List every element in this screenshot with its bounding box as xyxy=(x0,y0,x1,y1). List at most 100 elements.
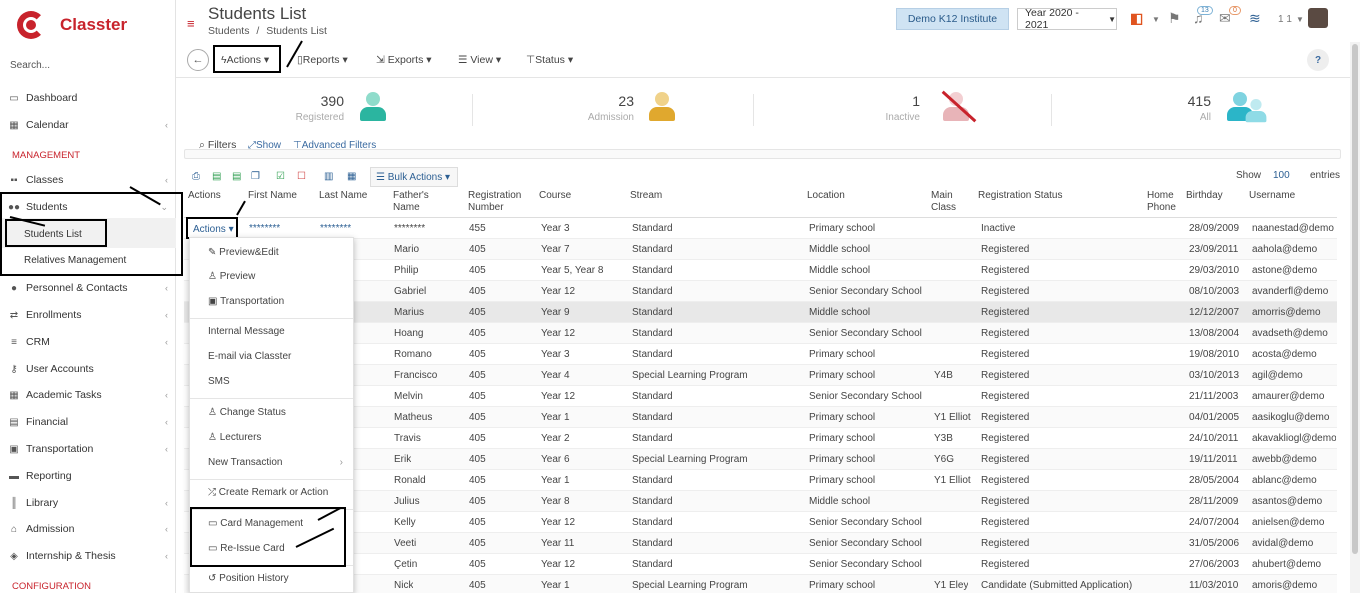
col-birthday[interactable]: Birthday xyxy=(1186,190,1223,202)
menu-item-position-history[interactable]: ↺ Position History xyxy=(208,573,289,584)
sidebar-item-personnel[interactable]: ● Personnel & Contacts ‹ xyxy=(8,279,172,297)
cell-stream: Standard xyxy=(632,223,673,234)
sidebar-item-library[interactable]: ║ Library ‹ xyxy=(8,494,172,512)
table-row[interactable]: Romano 405 Year 3 Standard Primary school Reg… xyxy=(184,344,1337,365)
table-row[interactable]: Francisco 405 Year 4 Special Learning Progr… xyxy=(184,365,1337,386)
sidebar-item-financial[interactable]: ▤ Financial ‹ xyxy=(8,413,172,431)
copy-icon[interactable]: ❐ xyxy=(251,171,260,182)
help-button[interactable]: ? xyxy=(1307,49,1329,71)
cell-location: Senior Secondary School xyxy=(809,538,922,549)
flag-icon[interactable]: ⚑ xyxy=(1168,10,1181,27)
sidebar-item-academic-tasks[interactable]: ▦ Academic Tasks ‹ xyxy=(8,386,172,404)
cell-bday: 23/09/2011 xyxy=(1189,244,1239,255)
logo[interactable]: Classter xyxy=(14,8,127,42)
sidebar-item-enrollments[interactable]: ⇄ Enrollments ‹ xyxy=(8,306,172,324)
table-row[interactable]: Marius 405 Year 9 Standard Middle school Regi… xyxy=(184,302,1337,323)
menu-item-sms[interactable]: SMS xyxy=(208,376,230,387)
col-home-phone[interactable]: Home Phone xyxy=(1147,190,1182,214)
sidebar-search-input[interactable]: Search... xyxy=(10,60,160,71)
entries-select[interactable]: 100 xyxy=(1273,170,1290,181)
col-last-name[interactable]: Last Name xyxy=(319,190,367,202)
menu-item-new-transaction[interactable]: New Transaction › xyxy=(208,457,343,468)
table-row[interactable]: r FlierGabriel405Year 12StandardSenior S… xyxy=(184,281,1337,302)
registered-person-icon xyxy=(360,92,386,122)
sidebar-item-transportation[interactable]: ▣ Transportation ‹ xyxy=(8,440,172,458)
uncheck-all-icon[interactable]: ☐ xyxy=(297,171,306,182)
sidebar-item-classes[interactable]: ▪▪ Classes ‹ xyxy=(8,171,172,189)
view-menu[interactable]: ☰ View ▾ xyxy=(458,54,501,66)
hamburger-icon[interactable]: ≡ xyxy=(187,16,195,31)
cell-stream: Standard xyxy=(632,412,673,423)
col-first-name[interactable]: First Name xyxy=(248,190,297,202)
avatar[interactable] xyxy=(1308,8,1328,28)
csv-icon[interactable]: ▤ xyxy=(232,171,241,182)
table-row[interactable]: ******** ******** ******** 455 Year 3 Standar… xyxy=(184,218,1337,239)
cell-reg: 405 xyxy=(469,349,486,360)
cell-bday: 28/05/2004 xyxy=(1189,475,1240,486)
table-row[interactable]: nHoang405Year 12StandardSenior Secondary… xyxy=(184,323,1337,344)
exports-menu[interactable]: ⇲ Exports ▾ xyxy=(376,54,432,66)
status-menu[interactable]: ⊤Status ▾ xyxy=(526,54,573,66)
col-registration-number[interactable]: Registration Number xyxy=(468,190,528,214)
col-main-class[interactable]: Main Class xyxy=(931,190,966,214)
sidebar-item-internship[interactable]: ◈ Internship & Thesis ‹ xyxy=(8,547,172,565)
menu-item-internal-message[interactable]: Internal Message xyxy=(208,326,285,337)
table-row[interactable]: oğluTravis405Year 2StandardPrimary schoo… xyxy=(184,428,1337,449)
print-icon[interactable]: ⎙ xyxy=(192,171,200,182)
menu-item-preview-edit[interactable]: ✎ Preview&Edit xyxy=(208,247,279,258)
table-row[interactable]: Kelly 405 Year 12 Standard Senior Secondary … xyxy=(184,512,1337,533)
sidebar-item-reporting[interactable]: ▬ Reporting xyxy=(8,467,172,485)
menu-item-lecturers[interactable]: ♙ Lecturers xyxy=(208,432,261,443)
cell-course: Year 12 xyxy=(541,391,576,402)
back-button[interactable]: ← xyxy=(187,49,209,71)
cell-status: Registered xyxy=(981,307,1030,318)
layout-icon[interactable]: ▦ xyxy=(347,171,356,182)
table-row[interactable]: Mario 405 Year 7 Standard Middle school Regis… xyxy=(184,239,1337,260)
table-row[interactable]: Melvin 405 Year 12 Standard Senior Secondary… xyxy=(184,386,1337,407)
sidebar-item-dashboard[interactable]: ▭ Dashboard xyxy=(8,89,172,107)
menu-separator xyxy=(190,398,353,399)
list-icon: ☰ xyxy=(376,171,385,183)
cell-reg: 405 xyxy=(469,265,486,276)
col-course[interactable]: Course xyxy=(539,190,571,202)
excel-icon[interactable]: ▤ xyxy=(212,171,221,182)
table-row[interactable]: uMatheus405Year 1StandardPrimary schoolY… xyxy=(184,407,1337,428)
breadcrumb-students[interactable]: Students xyxy=(208,25,249,37)
menu-item-transportation[interactable]: ▣ Transportation xyxy=(208,296,284,307)
cell-reg: 405 xyxy=(469,286,486,297)
sidebar-item-crm[interactable]: ≡ CRM ‹ xyxy=(8,333,172,351)
scrollbar-thumb[interactable] xyxy=(1352,44,1358,554)
table-row[interactable]: Ronald 405 Year 1 Standard Primary school Y1 … xyxy=(184,470,1337,491)
menu-item-preview[interactable]: ♙ Preview xyxy=(208,271,255,282)
table-row[interactable]: Julius 405 Year 8 Standard Middle school Regi… xyxy=(184,491,1337,512)
table-row[interactable]: Philip 405 Year 5, Year 8 Standard Middle sc… xyxy=(184,260,1337,281)
col-registration-status[interactable]: Registration Status xyxy=(978,190,1063,202)
office-icon[interactable]: ◧ xyxy=(1130,10,1143,27)
cell-reg: 405 xyxy=(469,244,486,255)
table-row[interactable]: Erik 405 Year 6 Special Learning Program Pri… xyxy=(184,449,1337,470)
col-username[interactable]: Username xyxy=(1249,190,1295,202)
institute-button[interactable]: Demo K12 Institute xyxy=(896,8,1009,30)
reports-menu[interactable]: ▯Reports ▾ xyxy=(297,54,348,66)
table-row[interactable]: Veeti 405 Year 11 Standard Senior Secondary … xyxy=(184,533,1337,554)
cell-reg: 455 xyxy=(469,223,486,234)
person-icon: ♙ xyxy=(208,432,217,443)
year-select[interactable]: Year 2020 - 2021 ▼ xyxy=(1017,7,1117,31)
sidebar-item-user-accounts[interactable]: ⚷ User Accounts xyxy=(8,360,172,378)
sidebar-item-admission[interactable]: ⌂ Admission ‹ xyxy=(8,520,172,538)
cell-user: naanestad@demo xyxy=(1252,223,1334,234)
col-fathers-name[interactable]: Father's Name xyxy=(393,190,443,214)
layers-icon[interactable]: ≋ xyxy=(1249,10,1261,27)
menu-item-change-status[interactable]: ♙ Change Status xyxy=(208,407,286,418)
bulk-actions-button[interactable]: ☰ Bulk Actions ▾ xyxy=(370,167,458,187)
check-all-icon[interactable]: ☑ xyxy=(276,171,285,182)
menu-item-create-remark[interactable]: ⤮ Create Remark or Action xyxy=(208,487,328,498)
table-row[interactable]: Nick 405 Year 1 Special Learning Program Pri… xyxy=(184,575,1337,593)
menu-item-email[interactable]: E-mail via Classter xyxy=(208,351,291,362)
sidebar-item-calendar[interactable]: ▦ Calendar ‹ xyxy=(8,116,172,134)
columns-icon[interactable]: ▥ xyxy=(324,171,333,182)
col-stream[interactable]: Stream xyxy=(630,190,662,202)
history-icon: ↺ xyxy=(208,573,217,584)
col-location[interactable]: Location xyxy=(807,190,845,202)
table-row[interactable]: Çetin 405 Year 12 Standard Senior Secondary … xyxy=(184,554,1337,575)
